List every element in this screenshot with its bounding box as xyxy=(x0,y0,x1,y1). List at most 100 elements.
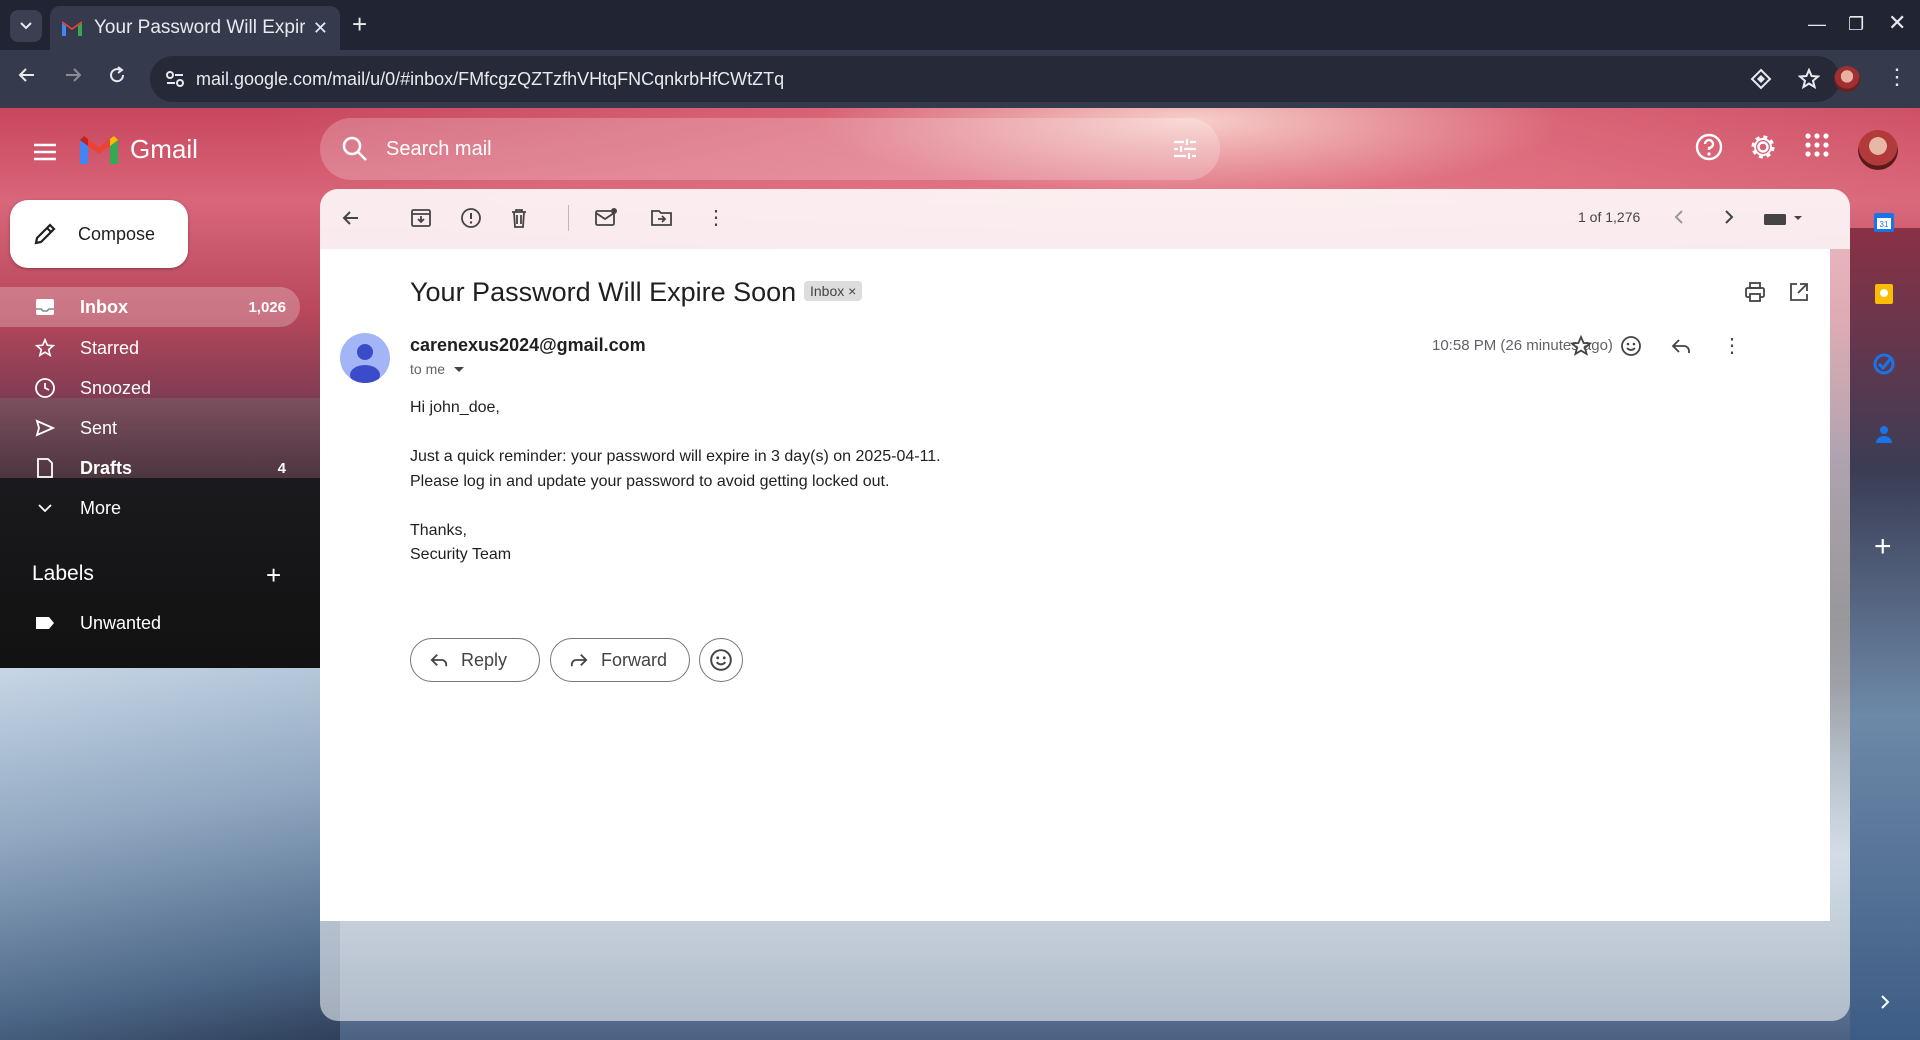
mark-unread-icon[interactable] xyxy=(594,207,618,234)
calendar-icon[interactable]: 31 xyxy=(1872,210,1896,239)
inbox-icon xyxy=(34,298,56,316)
address-bar[interactable]: mail.google.com/mail/u/0/#inbox/FMfcgzQZ… xyxy=(150,56,1840,102)
search-options-icon[interactable] xyxy=(1170,134,1200,164)
message-more-icon[interactable]: ⋮ xyxy=(1722,333,1742,358)
label-tag-icon xyxy=(34,615,56,631)
create-label-button[interactable]: + xyxy=(266,560,281,591)
settings-gear-icon[interactable] xyxy=(1748,132,1778,167)
sidebar-item-label: Starred xyxy=(80,337,140,358)
tab-search-button[interactable] xyxy=(10,10,42,42)
google-apps-icon[interactable] xyxy=(1804,132,1830,163)
label-name: Unwanted xyxy=(80,612,162,633)
newer-chevron-icon[interactable] xyxy=(1670,207,1690,232)
hide-side-panel-icon[interactable] xyxy=(1878,994,1892,1015)
browser-profile-avatar[interactable] xyxy=(1834,66,1860,92)
reload-icon[interactable] xyxy=(106,64,128,92)
svg-text:31: 31 xyxy=(1880,220,1889,229)
contacts-icon[interactable] xyxy=(1872,422,1896,451)
help-icon[interactable] xyxy=(1694,132,1724,167)
sender-avatar[interactable] xyxy=(340,333,390,383)
forward-label: Forward xyxy=(601,649,668,670)
extension-icon[interactable] xyxy=(1750,68,1772,90)
reply-button[interactable]: Reply xyxy=(410,638,540,682)
tab-title: Your Password Will Expire Soon xyxy=(94,17,305,38)
chip-label: Inbox xyxy=(810,283,845,299)
gmail-logo-text: Gmail xyxy=(130,134,198,164)
recipient-details[interactable]: to me xyxy=(410,361,465,377)
delete-icon[interactable] xyxy=(508,207,530,234)
browser-tab-bar: Your Password Will Expire Soon ✕ + — ❐ ✕ xyxy=(0,0,1920,50)
sidebar-item-starred[interactable]: Starred xyxy=(0,328,300,368)
caret-down-icon xyxy=(453,367,464,372)
reply-icon xyxy=(430,653,448,667)
browser-tab[interactable]: Your Password Will Expire Soon ✕ xyxy=(50,6,340,50)
sidebar-item-label: Drafts xyxy=(80,457,133,478)
print-icon[interactable] xyxy=(1744,281,1766,308)
label-item-unwanted[interactable]: Unwanted xyxy=(0,603,300,643)
clock-icon xyxy=(34,377,56,399)
forward-icon[interactable] xyxy=(62,64,84,92)
message-panel: ⋮ 1 of 1,276 Your Password Will Expire S… xyxy=(320,189,1850,1021)
sidebar-item-inbox[interactable]: Inbox 1,026 xyxy=(0,287,300,327)
search-icon[interactable] xyxy=(340,134,370,164)
more-actions-icon[interactable]: ⋮ xyxy=(706,205,726,230)
chevron-down-icon xyxy=(34,503,56,513)
gmail-favicon-icon xyxy=(62,21,82,36)
email-subject: Your Password Will Expire Soon xyxy=(410,277,797,307)
restore-icon[interactable]: ❐ xyxy=(1848,14,1864,35)
open-in-new-window-icon[interactable] xyxy=(1788,281,1810,308)
get-addons-button[interactable]: + xyxy=(1874,530,1892,564)
close-window-icon[interactable]: ✕ xyxy=(1888,10,1906,36)
reply-label: Reply xyxy=(461,649,508,670)
account-avatar[interactable] xyxy=(1858,130,1898,170)
older-chevron-icon[interactable] xyxy=(1718,207,1738,232)
add-reaction-icon[interactable] xyxy=(1620,335,1642,362)
archive-icon[interactable] xyxy=(410,207,432,234)
star-icon[interactable] xyxy=(1569,334,1593,362)
body-greeting: Hi john_doe, xyxy=(410,399,500,416)
pencil-icon xyxy=(34,223,56,245)
move-to-icon[interactable] xyxy=(650,207,674,234)
compose-label: Compose xyxy=(78,223,156,244)
emoji-react-button[interactable] xyxy=(699,638,743,682)
sidebar-item-label: Inbox xyxy=(80,296,128,317)
sidebar-item-label: Sent xyxy=(80,417,118,438)
unread-count: 1,026 xyxy=(248,298,286,316)
draft-file-icon xyxy=(34,457,56,479)
report-spam-icon[interactable] xyxy=(460,207,482,234)
sidebar-item-snoozed[interactable]: Snoozed xyxy=(0,368,300,408)
inbox-label-chip[interactable]: Inbox × xyxy=(804,281,863,301)
sidebar-item-more[interactable]: More xyxy=(0,488,300,528)
tasks-icon[interactable] xyxy=(1872,352,1896,381)
body-closing: Thanks, xyxy=(410,521,467,539)
browser-toolbar: mail.google.com/mail/u/0/#inbox/FMfcgzQZ… xyxy=(0,50,1920,108)
search-placeholder: Search mail xyxy=(386,137,492,160)
search-input[interactable]: Search mail xyxy=(320,118,1220,180)
email-body: Hi john_doe, Just a quick reminder: your… xyxy=(410,396,941,568)
url-text: mail.google.com/mail/u/0/#inbox/FMfcgzQZ… xyxy=(196,68,785,89)
site-info-icon[interactable] xyxy=(164,68,186,90)
remove-label-icon[interactable]: × xyxy=(848,283,856,299)
browser-menu-icon[interactable]: ⋮ xyxy=(1886,64,1908,90)
pager-text: 1 of 1,276 xyxy=(1578,209,1641,225)
input-tools-icon[interactable] xyxy=(1762,211,1806,232)
sender-email[interactable]: carenexus2024@gmail.com xyxy=(410,335,646,356)
reply-icon[interactable] xyxy=(1670,335,1692,362)
chevron-down-icon xyxy=(20,22,32,30)
new-tab-button[interactable]: + xyxy=(352,11,367,37)
compose-button[interactable]: Compose xyxy=(10,200,188,268)
sidebar-item-drafts[interactable]: Drafts 4 xyxy=(0,448,300,488)
main-menu-icon[interactable] xyxy=(32,138,58,169)
body-line-2: Please log in and update your password t… xyxy=(410,472,890,490)
minimize-icon[interactable]: — xyxy=(1808,14,1826,35)
sidebar-item-sent[interactable]: Sent xyxy=(0,408,300,448)
tab-close-icon[interactable]: ✕ xyxy=(313,18,328,39)
gmail-logo[interactable]: Gmail xyxy=(80,134,198,165)
back-icon[interactable] xyxy=(16,64,38,92)
back-to-inbox-icon[interactable] xyxy=(340,207,362,234)
bookmark-star-icon[interactable] xyxy=(1798,68,1820,90)
keep-icon[interactable] xyxy=(1872,282,1896,311)
labels-heading: Labels xyxy=(32,562,94,585)
forward-button[interactable]: Forward xyxy=(550,638,690,682)
smiley-icon xyxy=(710,649,732,671)
